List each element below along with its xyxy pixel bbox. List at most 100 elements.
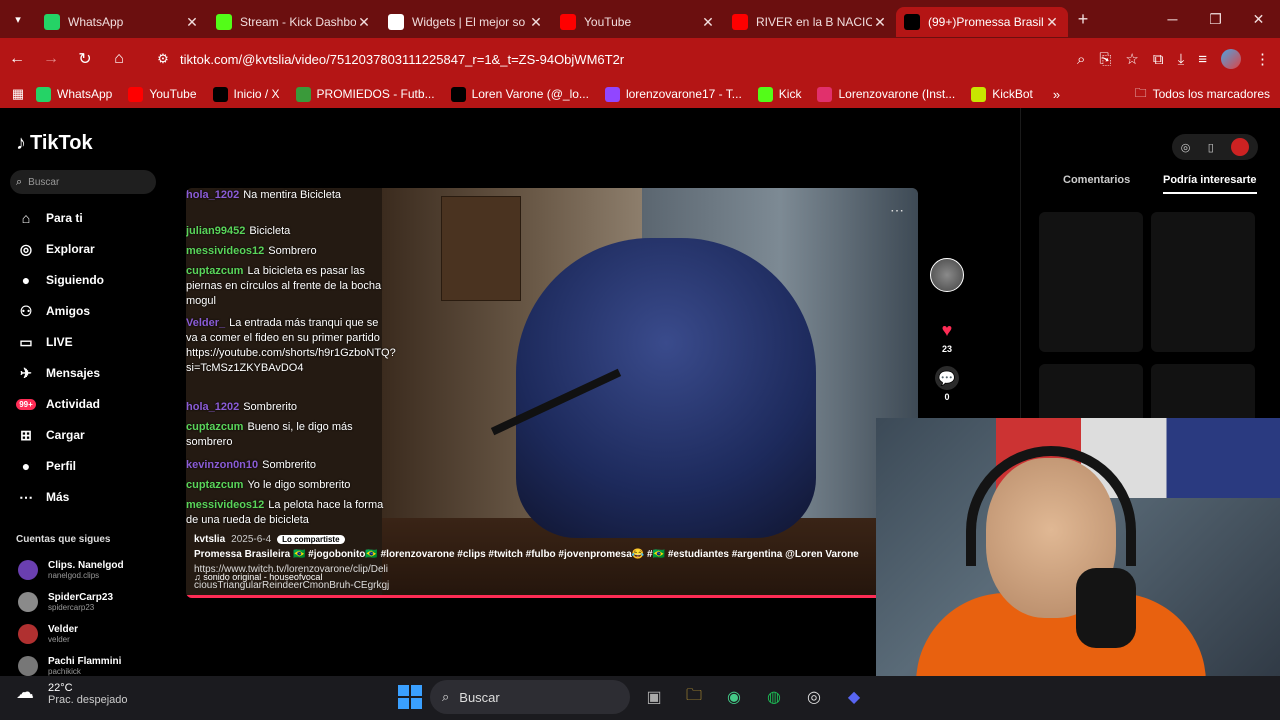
- tab-suggested[interactable]: Podría interesarte: [1163, 174, 1257, 194]
- all-bookmarks[interactable]: 🗀 Todos los marcadores: [1135, 80, 1270, 108]
- bookmark-item[interactable]: Loren Varone (@_lo...: [450, 86, 589, 102]
- tab-search-icon[interactable]: ▾: [0, 0, 36, 38]
- taskbar-search[interactable]: ⌕ Buscar: [430, 680, 630, 714]
- phone-icon[interactable]: ▯: [1208, 141, 1214, 154]
- close-tab-icon[interactable]: ✕: [1044, 14, 1060, 31]
- url-text[interactable]: tiktok.com/@kvtslia/video/75120378031112…: [180, 52, 624, 67]
- browser-tab[interactable]: YouTube ✕: [552, 7, 724, 37]
- weather-widget[interactable]: ☁ 22°C Prac. despejado: [16, 682, 128, 706]
- nav-item-actividad[interactable]: 99+ Actividad: [16, 394, 100, 414]
- close-tab-icon[interactable]: ✕: [700, 14, 716, 31]
- close-tab-icon[interactable]: ✕: [872, 14, 888, 31]
- nav-item-amigos[interactable]: ⚇ Amigos: [16, 301, 90, 321]
- omnibox[interactable]: ⚙ tiktok.com/@kvtslia/video/751203780311…: [146, 43, 986, 75]
- followed-account[interactable]: Pachi Flammini pachikick: [18, 656, 121, 676]
- site-info-icon[interactable]: ⚙: [146, 51, 180, 67]
- like-heart-icon[interactable]: ♥: [935, 318, 959, 342]
- chat-user: messivideos12: [186, 245, 265, 257]
- caption-date: 2025-6-4: [231, 534, 272, 545]
- install-icon[interactable]: ⎘: [1099, 51, 1111, 68]
- suggested-thumb[interactable]: [1151, 212, 1255, 352]
- media-icon[interactable]: ≡: [1198, 51, 1207, 68]
- reload-icon[interactable]: ↻: [68, 49, 102, 69]
- followed-account[interactable]: Velder velder: [18, 624, 78, 644]
- chat-message: cuptazcum La bicicleta es pasar las piern…: [186, 264, 384, 309]
- download-icon[interactable]: ⤓: [1178, 51, 1185, 68]
- nav-item-siguiendo[interactable]: ● Siguiendo: [16, 270, 104, 290]
- spotify-icon[interactable]: ◍: [758, 681, 790, 713]
- suggested-thumb[interactable]: [1151, 364, 1255, 424]
- followed-account[interactable]: SpiderCarp23 spidercarp23: [18, 592, 113, 612]
- right-toolbar: ◎ ▯: [1172, 134, 1258, 160]
- more-bookmarks-icon[interactable]: »: [1053, 87, 1060, 102]
- bookmark-item[interactable]: Lorenzovarone (Inst...: [817, 86, 955, 102]
- profile-avatar[interactable]: [1221, 49, 1241, 69]
- video-player[interactable]: hola_1202 Na mentira Bicicleta julian99452…: [186, 188, 918, 598]
- zoom-icon[interactable]: ⌕: [1077, 51, 1085, 68]
- suggested-thumb[interactable]: [1039, 364, 1143, 424]
- search-icon: ⌕: [16, 175, 23, 188]
- bookmark-label: lorenzovarone17 - T...: [625, 87, 742, 101]
- obs-icon[interactable]: ◎: [798, 681, 830, 713]
- nav-item-live[interactable]: ▭ LIVE: [16, 332, 72, 352]
- avatar: [18, 656, 38, 676]
- tiktok-logo[interactable]: ♪ TikTok: [16, 132, 93, 155]
- new-tab-button[interactable]: +: [1068, 9, 1098, 30]
- followed-account[interactable]: Clips. Nanelgod nanelgod.clips: [18, 560, 124, 580]
- avatar: [18, 624, 38, 644]
- nav-item-perfil[interactable]: ● Perfil: [16, 456, 76, 476]
- menu-icon[interactable]: ⋮: [1255, 50, 1270, 68]
- browser-tab[interactable]: RIVER en la B NACIO ✕: [724, 7, 896, 37]
- bookmark-item[interactable]: PROMIEDOS - Futb...: [295, 86, 435, 102]
- creator-avatar[interactable]: [930, 258, 964, 292]
- close-tab-icon[interactable]: ✕: [184, 14, 200, 31]
- bookmark-item[interactable]: Kick: [757, 86, 801, 102]
- bookmark-item[interactable]: KickBot: [971, 86, 1033, 102]
- nav-item-para-ti[interactable]: ⌂ Para ti: [16, 208, 83, 228]
- bookmark-item[interactable]: WhatsApp: [36, 86, 112, 102]
- browser-tab[interactable]: Stream - Kick Dashbo ✕: [208, 7, 380, 37]
- bookmark-item[interactable]: lorenzovarone17 - T...: [604, 86, 742, 102]
- nav-item-cargar[interactable]: ⊞ Cargar: [16, 425, 85, 445]
- compass-small-icon[interactable]: ◎: [1181, 141, 1191, 154]
- home-icon[interactable]: ⌂: [102, 50, 136, 68]
- nav-item-más[interactable]: ⋯ Más: [16, 487, 69, 507]
- video-progress-bar[interactable]: [186, 595, 876, 598]
- nav-item-explorar[interactable]: ◎ Explorar: [16, 239, 95, 259]
- close-tab-icon[interactable]: ✕: [528, 14, 544, 31]
- nav-label: Perfil: [46, 459, 77, 473]
- bookmark-star-icon[interactable]: ☆: [1125, 50, 1138, 68]
- file-explorer-icon[interactable]: 🗀: [678, 681, 710, 713]
- close-tab-icon[interactable]: ✕: [356, 14, 372, 31]
- avatar: [18, 592, 38, 612]
- user-avatar[interactable]: [1231, 138, 1250, 156]
- tab-comments[interactable]: Comentarios: [1063, 174, 1130, 192]
- back-icon[interactable]: ←: [0, 50, 34, 68]
- all-bookmarks-label: Todos los marcadores: [1152, 87, 1270, 101]
- task-view-icon[interactable]: ▣: [638, 681, 670, 713]
- close-window-icon[interactable]: ✕: [1237, 11, 1280, 28]
- suggested-thumb[interactable]: [1039, 212, 1143, 352]
- comment-bubble-icon[interactable]: 💬: [935, 366, 959, 390]
- extensions-icon[interactable]: ⧉: [1153, 51, 1164, 68]
- chrome-icon[interactable]: ◉: [718, 681, 750, 713]
- sound-row[interactable]: ♫ sonido original - houseofvocal: [194, 572, 322, 582]
- tiktok-note-icon: ♪: [16, 132, 26, 154]
- forward-icon[interactable]: →: [34, 50, 68, 68]
- bookmark-item[interactable]: Inicio / X: [212, 86, 280, 102]
- browser-tab[interactable]: Widgets | El mejor so ✕: [380, 7, 552, 37]
- browser-tab[interactable]: (99+)Promessa Brasil ✕: [896, 7, 1068, 37]
- video-options-icon[interactable]: ⋯: [890, 202, 904, 219]
- nav-item-mensajes[interactable]: ✈ Mensajes: [16, 363, 100, 383]
- search-input[interactable]: ⌕ Buscar: [10, 170, 156, 194]
- apps-grid-icon[interactable]: ▦: [0, 86, 36, 102]
- account-handle: nanelgod.clips: [48, 571, 100, 580]
- discord-icon[interactable]: ◆: [838, 681, 870, 713]
- bookmark-item[interactable]: YouTube: [128, 86, 197, 102]
- account-name: SpiderCarp23: [48, 592, 114, 603]
- browser-tab[interactable]: WhatsApp ✕: [36, 7, 208, 37]
- minimize-icon[interactable]: ─: [1151, 11, 1194, 27]
- maximize-icon[interactable]: ❐: [1194, 11, 1237, 28]
- start-windows-icon[interactable]: [398, 685, 422, 709]
- caption-user[interactable]: kvtslia: [194, 534, 225, 545]
